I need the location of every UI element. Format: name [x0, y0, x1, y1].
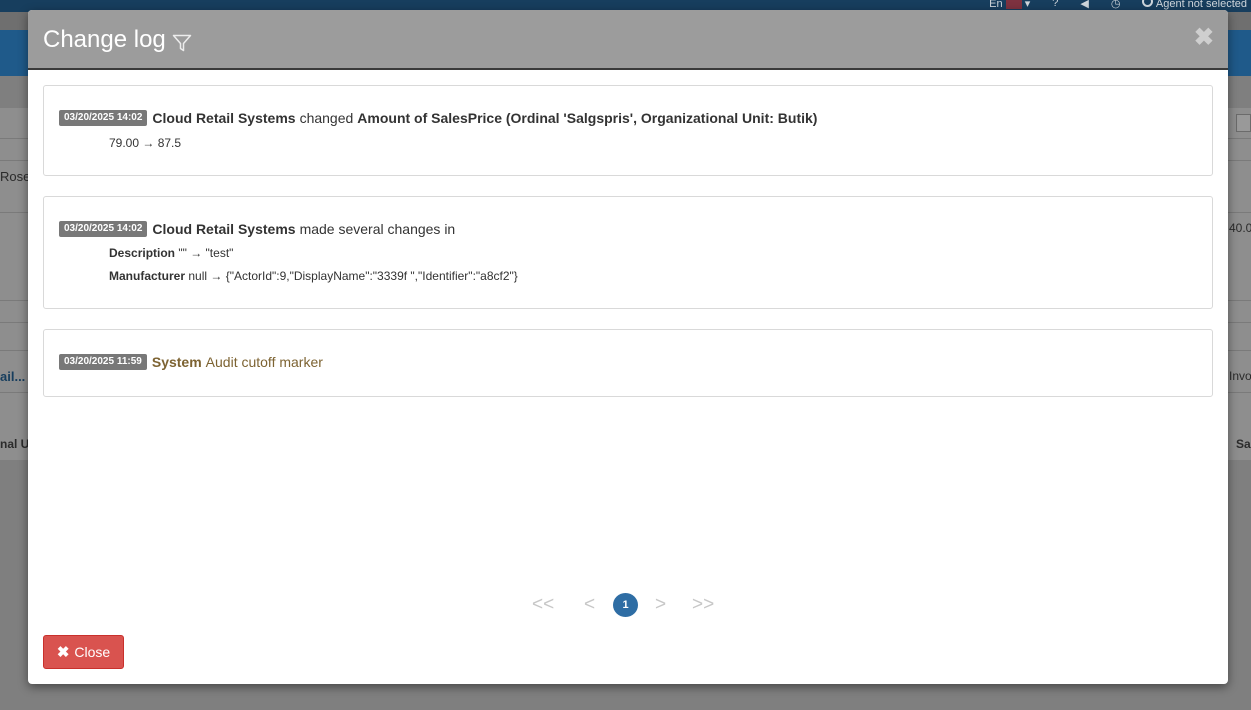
pagination: << < 1 > >> [28, 593, 1228, 617]
bg-column-header-right: Sa [1236, 437, 1251, 451]
language-label: En [989, 0, 1003, 10]
prev-page-button[interactable]: < [584, 593, 595, 617]
entry-actor: System [151, 354, 202, 370]
close-icon: ✖ [56, 644, 70, 661]
bg-column-header: nal U [0, 437, 30, 451]
entry-header: 03/20/2025 14:02 Cloud Retail Systems ch… [59, 110, 817, 126]
first-page-button[interactable]: << [532, 593, 554, 617]
agent-status[interactable]: Agent not selected [1142, 0, 1247, 10]
current-page-button[interactable]: 1 [613, 593, 638, 617]
entry-field-change: Manufacturer null → {"ActorId":9,"Displa… [109, 269, 518, 283]
timestamp-badge: 03/20/2025 11:59 [59, 354, 147, 370]
modal-title: Change log [43, 26, 166, 53]
agent-status-label: Agent not selected [1155, 0, 1247, 10]
bg-name-fragment: Rose [0, 169, 31, 184]
modal-header: Change log ✖ [28, 10, 1228, 70]
bg-value-fragment: 40.0 [1229, 221, 1251, 235]
entry-header: 03/20/2025 11:59 System Audit cutoff mar… [59, 354, 323, 370]
entry-message: Audit cutoff marker [205, 354, 323, 370]
change-log-entry: 03/20/2025 14:02 Cloud Retail Systems ma… [43, 196, 1213, 309]
change-log-modal: Change log ✖ 03/20/2025 14:02 Cloud Reta… [28, 10, 1228, 684]
field-change-value: "" → "test" [178, 246, 234, 260]
help-icon[interactable]: ? [1052, 0, 1058, 9]
bg-link-fragment-right[interactable]: Invo [1229, 369, 1251, 383]
entry-actor: Cloud Retail Systems [152, 221, 296, 237]
uk-flag-icon [1005, 0, 1022, 9]
change-log-entry: 03/20/2025 11:59 System Audit cutoff mar… [43, 329, 1213, 397]
speaker-icon[interactable]: ◀ [1080, 0, 1088, 10]
entry-header: 03/20/2025 14:02 Cloud Retail Systems ma… [59, 221, 455, 237]
field-label: Manufacturer [109, 269, 186, 283]
next-page-button[interactable]: > [655, 593, 666, 617]
close-button-label: Close [74, 644, 111, 660]
bg-link-fragment[interactable]: ail... [0, 369, 25, 384]
topbar-items: En ▾ ? ◀ ◷ Agent not selected [989, 0, 1251, 10]
timestamp-badge: 03/20/2025 14:02 [59, 110, 148, 126]
entry-actor: Cloud Retail Systems [152, 110, 296, 126]
field-label: Description [109, 246, 176, 260]
entry-verb: made several changes in [299, 221, 456, 237]
status-circle-icon [1142, 0, 1154, 7]
close-button[interactable]: ✖ Close [43, 635, 124, 669]
entry-target: Amount of SalesPrice (Ordinal 'Salgspris… [357, 110, 818, 126]
filter-icon[interactable] [172, 33, 192, 53]
timestamp-badge: 03/20/2025 14:02 [59, 221, 148, 237]
entry-change-value: 79.00 → 87.5 [109, 136, 182, 150]
clock-icon[interactable]: ◷ [1111, 0, 1121, 10]
entry-field-change: Description "" → "test" [109, 246, 233, 260]
modal-close-icon[interactable]: ✖ [1194, 26, 1214, 50]
entry-verb: changed [299, 110, 354, 126]
grid-view-icon[interactable] [1236, 114, 1251, 132]
last-page-button[interactable]: >> [692, 593, 714, 617]
field-change-value: null → {"ActorId":9,"DisplayName":"3339f… [188, 269, 518, 283]
change-log-entry: 03/20/2025 14:02 Cloud Retail Systems ch… [43, 85, 1213, 176]
language-selector[interactable]: En ▾ [989, 0, 1030, 10]
